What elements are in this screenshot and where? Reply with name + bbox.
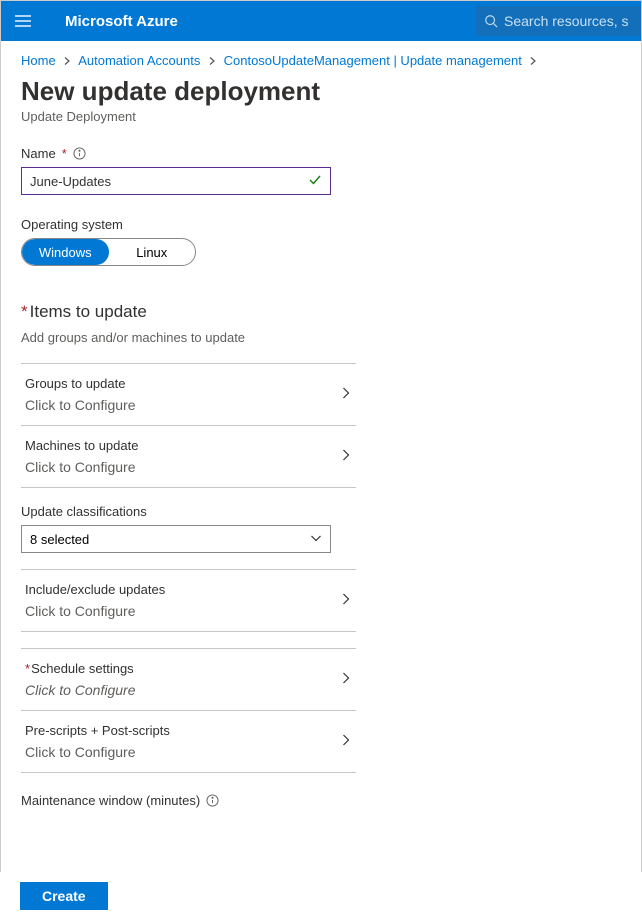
required-asterisk: * [25, 661, 30, 676]
name-label: Name * [21, 146, 621, 161]
config-row-title: Machines to update [25, 438, 352, 453]
chevron-right-icon [208, 53, 216, 68]
config-row-groups[interactable]: Groups to update Click to Configure [21, 364, 356, 426]
items-desc: Add groups and/or machines to update [21, 330, 621, 345]
breadcrumb-link-contoso[interactable]: ContosoUpdateManagement | Update managem… [224, 53, 522, 68]
required-asterisk: * [21, 302, 28, 321]
config-row-schedule[interactable]: *Schedule settings Click to Configure [21, 649, 356, 711]
config-row-sub: Click to Configure [25, 682, 352, 698]
name-input[interactable]: June-Updates [21, 167, 331, 195]
chevron-right-icon [340, 448, 352, 466]
items-heading: *Items to update [21, 302, 621, 322]
checkmark-icon [308, 173, 322, 190]
breadcrumb-link-automation[interactable]: Automation Accounts [78, 53, 200, 68]
maintenance-window-label: Maintenance window (minutes) [21, 793, 356, 808]
config-row-sub: Click to Configure [25, 459, 352, 475]
breadcrumb-link-home[interactable]: Home [21, 53, 56, 68]
classifications-dropdown[interactable]: 8 selected [21, 525, 331, 553]
dropdown-value: 8 selected [30, 532, 89, 547]
config-row-sub: Click to Configure [25, 397, 352, 413]
name-input-value: June-Updates [30, 174, 111, 189]
hamburger-icon [14, 12, 32, 30]
page-subtitle: Update Deployment [21, 109, 621, 124]
config-row-title: Pre-scripts + Post-scripts [25, 723, 352, 738]
chevron-right-icon [340, 671, 352, 689]
create-button[interactable]: Create [20, 882, 108, 910]
config-row-sub: Click to Configure [25, 603, 352, 619]
footer: Create [0, 872, 642, 920]
content-area: New update deployment Update Deployment … [1, 68, 641, 888]
config-row-title: Include/exclude updates [25, 582, 352, 597]
os-toggle: Windows Linux [21, 238, 196, 266]
brand-label: Microsoft Azure [65, 13, 178, 30]
chevron-right-icon [63, 53, 71, 68]
os-label: Operating system [21, 217, 621, 232]
search-placeholder: Search resources, s [504, 13, 629, 29]
page-title: New update deployment [21, 76, 621, 107]
info-icon[interactable] [206, 794, 219, 807]
os-option-linux[interactable]: Linux [109, 239, 196, 265]
config-row-include-exclude[interactable]: Include/exclude updates Click to Configu… [21, 570, 356, 632]
global-search-input[interactable]: Search resources, s [476, 6, 641, 36]
chevron-down-icon [310, 532, 322, 547]
search-icon [484, 14, 498, 28]
os-option-windows[interactable]: Windows [22, 239, 109, 265]
classifications-label: Update classifications [21, 504, 356, 519]
top-bar: Microsoft Azure Search resources, s [1, 1, 641, 41]
chevron-right-icon [340, 592, 352, 610]
hamburger-menu-button[interactable] [1, 12, 45, 30]
breadcrumb: Home Automation Accounts ContosoUpdateMa… [1, 41, 641, 68]
info-icon[interactable] [73, 147, 86, 160]
chevron-right-icon [340, 733, 352, 751]
config-row-title: *Schedule settings [25, 661, 352, 676]
config-row-machines[interactable]: Machines to update Click to Configure [21, 426, 356, 488]
required-asterisk: * [62, 146, 67, 161]
chevron-right-icon [529, 53, 537, 68]
chevron-right-icon [340, 386, 352, 404]
config-row-title: Groups to update [25, 376, 352, 391]
config-row-scripts[interactable]: Pre-scripts + Post-scripts Click to Conf… [21, 711, 356, 773]
config-list: Groups to update Click to Configure Mach… [21, 363, 356, 808]
config-row-sub: Click to Configure [25, 744, 352, 760]
